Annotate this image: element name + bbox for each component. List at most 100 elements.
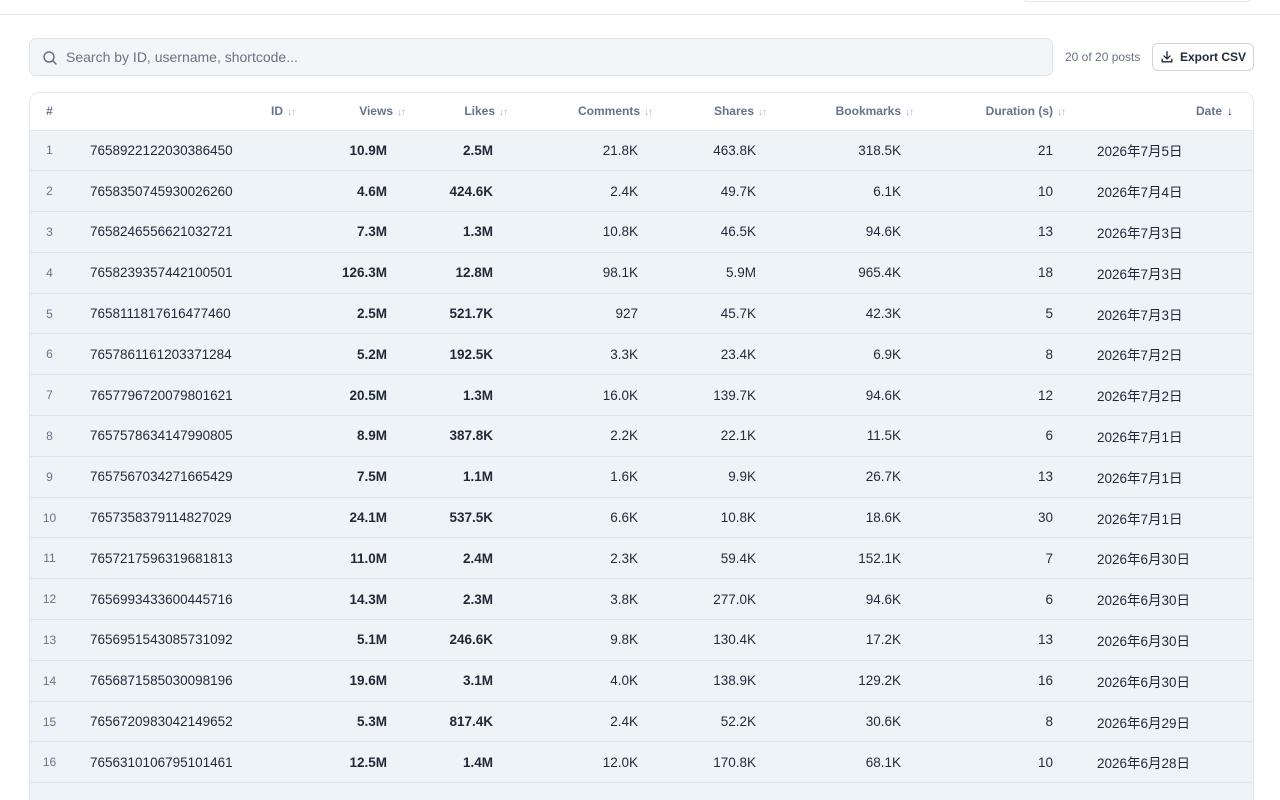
cell-id: 7658111817616477460 [90, 306, 231, 322]
cell-views: 24.1M [349, 510, 387, 526]
cell-num: 12 [42, 592, 57, 607]
cell-duration: 6 [1045, 428, 1053, 444]
cell-views: 5.2M [356, 346, 387, 362]
cell-bookmarks: 152.1K [858, 550, 901, 566]
cell-bookmarks: 129.2K [858, 673, 901, 689]
header-control[interactable] [1022, 0, 1252, 2]
cell-views: 19.6M [349, 673, 387, 689]
cell-num: 2 [46, 184, 53, 199]
table-row[interactable]: 3 7658246556621032721 7.3M 1.3M 10.8K 46.5K 94… [30, 211, 1253, 253]
cell-id: 7658350745930026260 [90, 183, 233, 199]
search-icon [43, 51, 57, 65]
table-row[interactable]: 2 7658350745930026260 4.6M 424.6K 2.4K 49.7K 6… [30, 170, 1253, 212]
cell-bookmarks: 965.4K [858, 265, 901, 281]
cell-duration: 10 [1037, 183, 1053, 199]
table-row[interactable]: 13 7656951543085731092 5.1M 246.6K 9.8K 130.4… [30, 619, 1253, 661]
cell-comments: 10.8K [602, 224, 638, 240]
cell-views: 7.3M [356, 224, 387, 240]
cell-num: 13 [42, 632, 57, 647]
cell-duration: 5 [1045, 306, 1053, 322]
cell-num: 14 [42, 673, 57, 688]
cell-comments: 16.0K [602, 387, 638, 403]
cell-likes: 246.6K [449, 632, 493, 648]
cell-shares: 463.8K [713, 142, 756, 158]
cell-num: 7 [46, 388, 53, 403]
cell-duration: 13 [1037, 632, 1053, 648]
column-header-date[interactable]: Date ↓ [1065, 93, 1253, 131]
cell-id: 7658246556621032721 [90, 224, 233, 240]
column-header-bookmarks[interactable]: Bookmarks ↓↑ [766, 93, 914, 131]
cell-num: 5 [46, 306, 53, 321]
table-row[interactable]: 10 7657358379114827029 24.1M 537.5K 6.6K 10.8… [30, 497, 1253, 538]
cell-likes: 424.6K [449, 183, 493, 199]
table-row[interactable]: 1 7658922122030386450 10.9M 2.5M 21.8K 463.8K… [30, 130, 1253, 171]
cell-views: 4.6M [356, 183, 387, 199]
cell-bookmarks: 318.5K [858, 142, 901, 158]
table-row[interactable]: 7 7657796720079801621 20.5M 1.3M 16.0K 139.7K… [30, 374, 1253, 416]
cell-views: 10.9M [349, 142, 387, 158]
cell-bookmarks: 68.1K [865, 754, 901, 770]
download-icon [1161, 51, 1173, 63]
cell-duration: 21 [1037, 142, 1053, 158]
cell-likes: 521.7K [449, 306, 493, 322]
cell-comments: 9.8K [610, 632, 638, 648]
column-header-views[interactable]: Views ↓↑ [295, 93, 406, 131]
cell-bookmarks: 94.6K [865, 224, 901, 240]
posts-table: # ID ↓↑ Views ↓↑ Likes ↓↑ Comments ↓↑ Shares… [29, 92, 1254, 800]
column-header-likes[interactable]: Likes ↓↑ [405, 93, 508, 131]
cell-date: 2026年6月30日 [1097, 633, 1191, 649]
column-header-id[interactable]: ID ↓↑ [75, 93, 296, 131]
cell-shares: 22.1K [720, 428, 756, 444]
table-row[interactable]: 4 7658239357442100501 126.3M 12.8M 98.1K 5.9M… [30, 252, 1253, 294]
cell-likes: 387.8K [449, 428, 493, 444]
search-input[interactable] [66, 39, 1036, 75]
column-header-shares[interactable]: Shares ↓↑ [652, 93, 767, 131]
table-row[interactable]: 15 7656720983042149652 5.3M 817.4K 2.4K 52.2K… [30, 701, 1253, 742]
cell-bookmarks: 17.2K [865, 632, 901, 648]
cell-likes: 1.3M [462, 224, 493, 240]
export-csv-button[interactable]: Export CSV [1152, 43, 1254, 71]
table-row[interactable]: 6 7657861161203371284 5.2M 192.5K 3.3K 23.4K 6… [30, 333, 1253, 375]
cell-comments: 2.4K [610, 714, 638, 730]
cell-date: 2026年6月28日 [1097, 756, 1191, 772]
cell-views: 5.1M [356, 632, 387, 648]
sort-icon: ↓↑ [287, 107, 296, 119]
cell-comments: 1.6K [610, 469, 638, 485]
cell-likes: 2.3M [462, 591, 493, 607]
table-row[interactable]: 14 7656871585030098196 19.6M 3.1M 4.0K 138.9K… [30, 660, 1253, 702]
cell-id: 7658239357442100501 [90, 265, 233, 281]
cell-num: 3 [46, 224, 53, 239]
cell-shares: 130.4K [713, 632, 756, 648]
cell-duration: 7 [1045, 550, 1053, 566]
cell-bookmarks: 18.6K [865, 510, 901, 526]
cell-views: 20.5M [349, 387, 387, 403]
cell-duration: 12 [1037, 387, 1053, 403]
table-row[interactable]: 5 7658111817616477460 2.5M 521.7K 927 45.7K 42… [30, 293, 1253, 334]
cell-id: 7657578634147990805 [90, 428, 233, 444]
cell-shares: 170.8K [713, 754, 756, 770]
cell-bookmarks: 30.6K [865, 714, 901, 730]
table-row[interactable]: 9 7657567034271665429 7.5M 1.1M 1.6K 9.9K 26.7… [30, 456, 1253, 498]
table-header-row: # ID ↓↑ Views ↓↑ Likes ↓↑ Comments ↓↑ Shares… [30, 93, 1253, 131]
cell-comments: 6.6K [610, 510, 638, 526]
cell-date: 2026年7月2日 [1097, 389, 1183, 405]
cell-likes: 1.1M [462, 469, 493, 485]
cell-shares: 49.7K [720, 183, 756, 199]
search-box[interactable] [29, 38, 1053, 76]
table-row[interactable]: 12 7656993433600445716 14.3M 2.3M 3.8K 277.0K… [30, 578, 1253, 620]
cell-duration: 6 [1045, 591, 1053, 607]
cell-views: 5.3M [356, 714, 387, 730]
cell-id: 7656310106795101461 [90, 754, 233, 770]
table-row[interactable]: 16 7656310106795101461 12.5M 1.4M 12.0K 170.8… [30, 741, 1253, 783]
cell-bookmarks: 6.1K [873, 183, 901, 199]
table-row[interactable]: 11 7657217596319681813 11.0M 2.4M 2.3K 59.4K 1… [30, 537, 1253, 579]
cell-bookmarks: 42.3K [865, 306, 901, 322]
cell-id: 7657358379114827029 [90, 510, 232, 526]
cell-likes: 817.4K [449, 714, 493, 730]
table-row[interactable]: 8 7657578634147990805 8.9M 387.8K 2.2K 22.1K 1… [30, 415, 1253, 457]
cell-bookmarks: 94.6K [865, 591, 901, 607]
column-header-duration[interactable]: Duration (s) ↓↑ [913, 93, 1066, 131]
column-header-comments[interactable]: Comments ↓↑ [507, 93, 653, 131]
cell-duration: 30 [1037, 510, 1053, 526]
cell-date: 2026年7月1日 [1097, 511, 1183, 527]
